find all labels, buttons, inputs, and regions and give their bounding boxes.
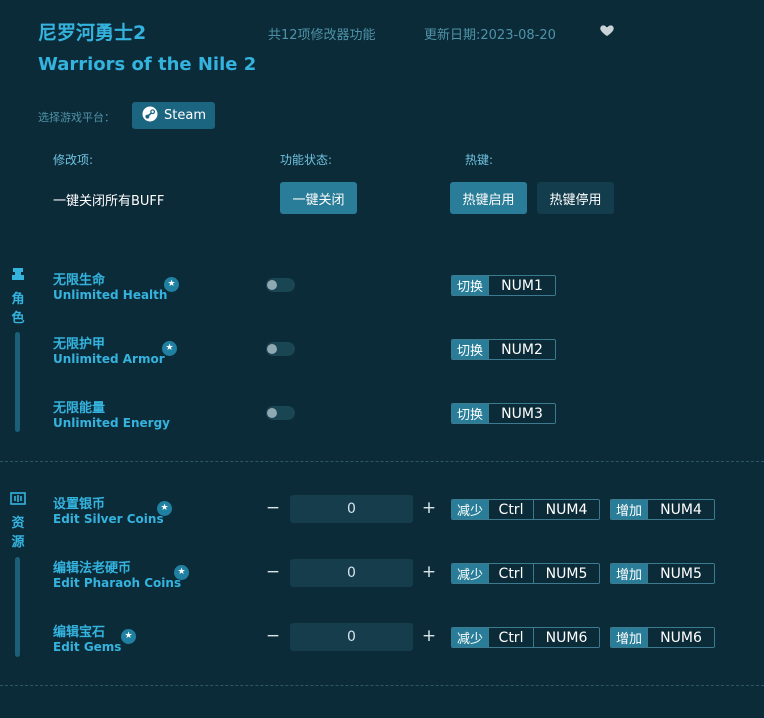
section-divider <box>0 685 764 686</box>
star-icon: ★ <box>157 501 172 516</box>
section-character-bar <box>15 332 20 432</box>
feature-name-cn: 无限生命 <box>53 273 106 288</box>
resources-icon <box>10 490 26 506</box>
unlimited-armor-hotkey[interactable]: 切换 NUM2 <box>451 339 556 360</box>
column-mod: 修改项: <box>53 153 94 167</box>
feature-name-cn: 设置银币 <box>53 497 106 512</box>
hotkey-tag: 减少 <box>452 500 489 519</box>
hotkey-key: NUM3 <box>488 404 555 423</box>
hotkey-modifier: Ctrl <box>488 628 534 647</box>
hotkey-key: NUM5 <box>647 564 714 583</box>
hotkey-tag: 切换 <box>452 340 489 359</box>
platform-label: 选择游戏平台： <box>38 111 115 124</box>
pharaoh-coins-decrease-hotkey[interactable]: 减少 Ctrl NUM5 <box>451 563 600 584</box>
column-hotkey: 热键: <box>465 153 494 167</box>
hotkey-tag: 增加 <box>611 628 648 647</box>
hotkey-modifier: Ctrl <box>488 564 534 583</box>
section-divider <box>0 461 764 462</box>
feature-name-en: Unlimited Armor <box>53 352 165 366</box>
feature-name-cn: 无限能量 <box>53 401 106 416</box>
hotkey-disable-button[interactable]: 热键停用 <box>537 182 614 214</box>
gems-increment-button[interactable]: + <box>421 628 437 645</box>
silver-coins-increase-hotkey[interactable]: 增加 NUM4 <box>610 499 715 520</box>
silver-coins-input[interactable]: 0 <box>290 495 413 523</box>
unlimited-health-hotkey[interactable]: 切换 NUM1 <box>451 275 556 296</box>
star-icon: ★ <box>121 629 136 644</box>
gems-input[interactable]: 0 <box>290 623 413 651</box>
pharaoh-coins-decrement-button[interactable]: − <box>265 564 281 581</box>
feature-name-en: Edit Silver Coins <box>53 512 164 526</box>
feature-count: 共12项修改器功能 <box>268 28 376 43</box>
section-resources-bar <box>15 557 20 657</box>
hotkey-key: NUM5 <box>533 564 599 583</box>
feature-name-cn: 编辑宝石 <box>53 625 106 640</box>
feature-name-en: Unlimited Health <box>53 288 168 302</box>
hotkey-tag: 增加 <box>611 564 648 583</box>
unlimited-armor-toggle[interactable] <box>266 342 295 356</box>
hotkey-tag: 切换 <box>452 276 489 295</box>
unlimited-energy-toggle[interactable] <box>266 406 295 420</box>
hotkey-tag: 增加 <box>611 500 648 519</box>
gems-decrease-hotkey[interactable]: 减少 Ctrl NUM6 <box>451 627 600 648</box>
pharaoh-coins-increase-hotkey[interactable]: 增加 NUM5 <box>610 563 715 584</box>
hotkey-tag: 减少 <box>452 628 489 647</box>
gems-increase-hotkey[interactable]: 增加 NUM6 <box>610 627 715 648</box>
column-status: 功能状态: <box>280 153 333 167</box>
steam-platform-button[interactable]: Steam <box>132 102 215 129</box>
silver-coins-increment-button[interactable]: + <box>421 500 437 517</box>
star-icon: ★ <box>174 565 189 580</box>
pharaoh-coins-increment-button[interactable]: + <box>421 564 437 581</box>
unlimited-energy-hotkey[interactable]: 切换 NUM3 <box>451 403 556 424</box>
feature-name-en: Edit Pharaoh Coins <box>53 576 182 590</box>
close-all-buff-label: 一键关闭所有BUFF <box>53 194 165 209</box>
feature-name-cn: 编辑法老硬币 <box>53 561 132 576</box>
heart-icon[interactable] <box>599 22 617 40</box>
hotkey-key: NUM6 <box>647 628 714 647</box>
silver-coins-decrement-button[interactable]: − <box>265 500 281 517</box>
steam-label: Steam <box>164 108 206 123</box>
game-title-cn: 尼罗河勇士2 <box>38 22 147 44</box>
feature-name-en: Edit Gems <box>53 640 122 654</box>
star-icon: ★ <box>164 277 179 292</box>
hotkey-enable-button[interactable]: 热键启用 <box>450 182 527 214</box>
update-date: 更新日期:2023-08-20 <box>424 28 556 43</box>
hotkey-key: NUM1 <box>488 276 555 295</box>
feature-name-en: Unlimited Energy <box>53 416 170 430</box>
unlimited-health-toggle[interactable] <box>266 278 295 292</box>
character-icon <box>10 266 26 282</box>
steam-icon <box>141 105 159 127</box>
star-icon: ★ <box>162 341 177 356</box>
hotkey-key: NUM4 <box>533 500 599 519</box>
hotkey-key: NUM6 <box>533 628 599 647</box>
section-resources-label: 资源 <box>11 516 25 550</box>
hotkey-tag: 减少 <box>452 564 489 583</box>
feature-name-cn: 无限护甲 <box>53 337 106 352</box>
hotkey-key: NUM4 <box>647 500 714 519</box>
silver-coins-decrease-hotkey[interactable]: 减少 Ctrl NUM4 <box>451 499 600 520</box>
game-title-en: Warriors of the Nile 2 <box>38 54 257 75</box>
section-character-label: 角色 <box>11 292 25 326</box>
hotkey-key: NUM2 <box>488 340 555 359</box>
gems-decrement-button[interactable]: − <box>265 628 281 645</box>
close-all-button[interactable]: 一键关闭 <box>280 182 357 214</box>
pharaoh-coins-input[interactable]: 0 <box>290 559 413 587</box>
hotkey-tag: 切换 <box>452 404 489 423</box>
hotkey-modifier: Ctrl <box>488 500 534 519</box>
